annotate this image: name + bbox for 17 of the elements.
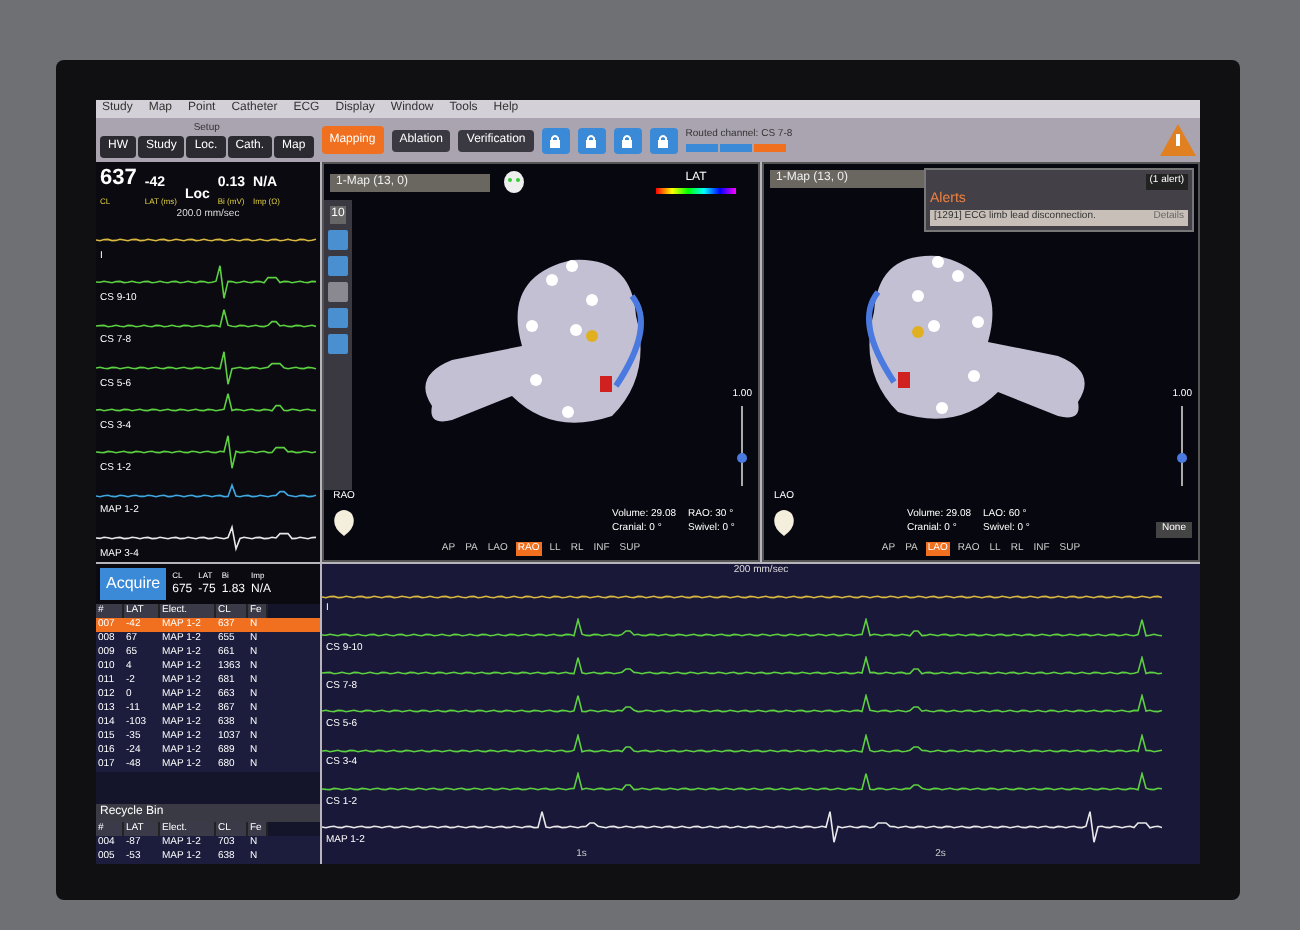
warning-icon bbox=[1160, 124, 1196, 156]
toolbar-button[interactable] bbox=[577, 127, 606, 153]
color-scale bbox=[656, 188, 736, 194]
readout-value: 637 bbox=[100, 164, 137, 194]
toolbar-button[interactable] bbox=[649, 127, 678, 153]
toolbar-button[interactable] bbox=[613, 127, 642, 153]
vertical-slider-drawing bbox=[1176, 406, 1189, 486]
lock-icon bbox=[548, 133, 563, 147]
toolbar-button[interactable] bbox=[541, 127, 570, 153]
lock-icon bbox=[584, 133, 599, 147]
lock-icon bbox=[656, 133, 671, 147]
heart-icon bbox=[770, 505, 798, 537]
lock-icon bbox=[620, 133, 635, 147]
heart-icon bbox=[330, 505, 358, 537]
acquire-button[interactable]: Acquire bbox=[100, 568, 167, 600]
vertical-slider-drawing bbox=[736, 406, 749, 486]
head-orientation-icon bbox=[502, 170, 526, 194]
